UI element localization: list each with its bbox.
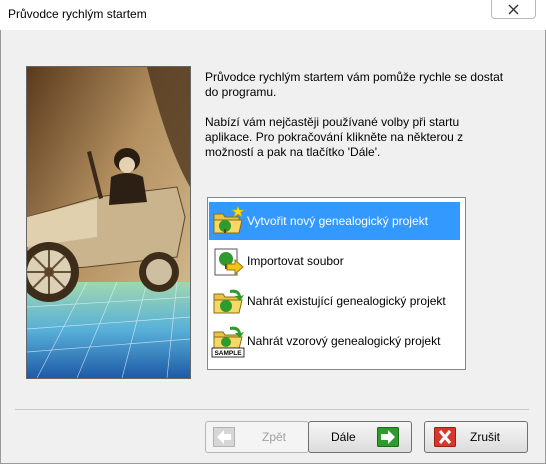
close-icon bbox=[508, 4, 519, 14]
option-sample-project[interactable]: SAMPLE Nahrát vzorový genealogický proje… bbox=[209, 322, 460, 360]
back-button-label: Zpět bbox=[262, 430, 287, 444]
wizard-photo bbox=[26, 66, 191, 379]
arrow-right-icon bbox=[376, 427, 399, 447]
import-file-icon bbox=[214, 248, 244, 276]
close-button[interactable] bbox=[491, 0, 536, 19]
sample-project-icon: SAMPLE bbox=[211, 326, 245, 358]
next-button-label: Dále bbox=[331, 430, 356, 444]
new-project-icon bbox=[213, 205, 245, 234]
option-sample-project-label: Nahrát vzorový genealogický projekt bbox=[247, 334, 441, 348]
option-import-file-label: Importovat soubor bbox=[247, 254, 344, 268]
arrow-left-icon bbox=[213, 427, 235, 447]
open-project-icon bbox=[213, 289, 244, 314]
footer-separator bbox=[15, 409, 529, 410]
window-title: Průvodce rychlým startem bbox=[8, 7, 147, 21]
sample-badge: SAMPLE bbox=[214, 350, 242, 357]
back-button[interactable]: Zpět bbox=[205, 421, 309, 453]
next-button[interactable]: Dále bbox=[308, 421, 412, 453]
title-bar: Průvodce rychlým startem bbox=[0, 0, 546, 30]
start-options-list[interactable]: Vytvořit nový genealogický projekt Impor… bbox=[207, 197, 466, 370]
intro-text: Průvodce rychlým startem vám pomůže rych… bbox=[205, 70, 505, 175]
cancel-button[interactable]: Zrušit bbox=[424, 421, 528, 453]
intro-paragraph-2: Nabízí vám nejčastěji používané volby př… bbox=[205, 115, 464, 159]
option-open-project[interactable]: Nahrát existující genealogický projekt bbox=[209, 282, 460, 320]
option-new-project[interactable]: Vytvořit nový genealogický projekt bbox=[209, 202, 460, 240]
cancel-icon bbox=[434, 427, 456, 447]
cancel-button-label: Zrušit bbox=[470, 430, 500, 444]
intro-paragraph-1: Průvodce rychlým startem vám pomůže rych… bbox=[205, 70, 504, 99]
option-new-project-label: Vytvořit nový genealogický projekt bbox=[247, 214, 428, 228]
option-open-project-label: Nahrát existující genealogický projekt bbox=[247, 294, 446, 308]
option-import-file[interactable]: Importovat soubor bbox=[209, 242, 460, 280]
